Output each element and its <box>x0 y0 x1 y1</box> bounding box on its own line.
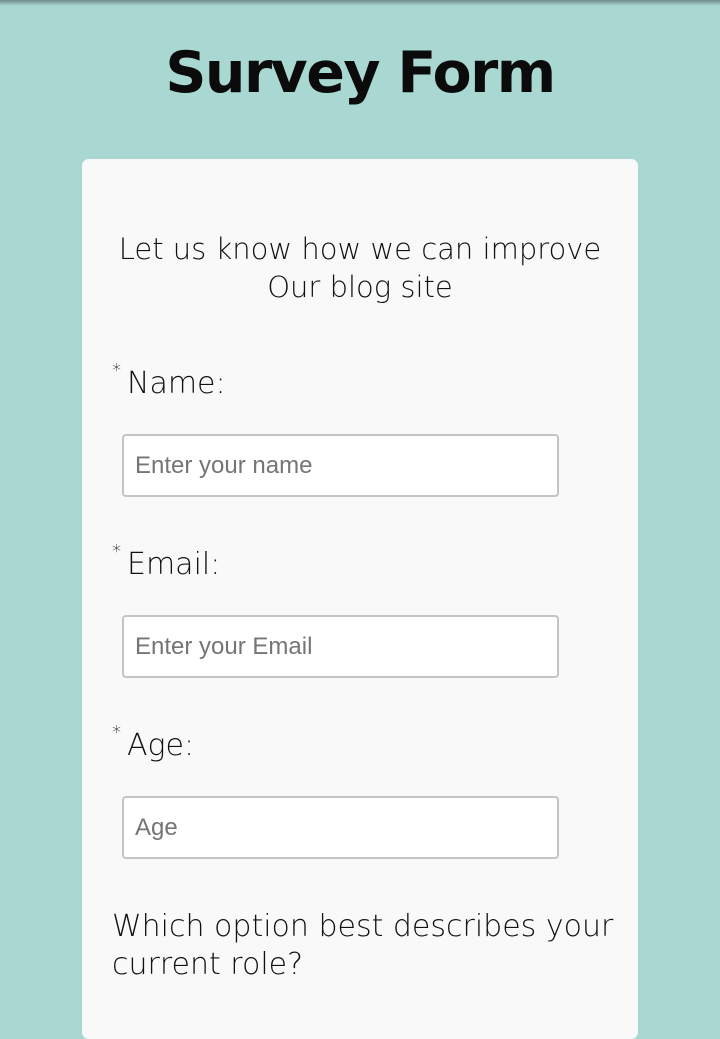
form-description: Let us know how we can improve Our blog … <box>82 230 638 306</box>
role-question: Which option best describes your current… <box>112 909 614 982</box>
page-title: Survey Form <box>165 40 556 106</box>
description-line-1: Let us know how we can improve <box>118 232 602 266</box>
top-shadow <box>0 0 720 6</box>
name-label: * Name: <box>112 360 226 401</box>
age-label-text: Age: <box>127 728 195 763</box>
name-input[interactable] <box>122 434 559 497</box>
email-label: * Email: <box>112 541 221 582</box>
required-marker: * <box>112 722 121 743</box>
required-marker: * <box>112 360 121 381</box>
description-line-2: Our blog site <box>267 270 453 304</box>
age-input[interactable] <box>122 796 559 859</box>
email-label-text: Email: <box>127 547 221 582</box>
required-marker: * <box>112 541 121 562</box>
age-label: * Age: <box>112 722 195 763</box>
name-label-text: Name: <box>127 366 226 401</box>
email-input[interactable] <box>122 615 559 678</box>
